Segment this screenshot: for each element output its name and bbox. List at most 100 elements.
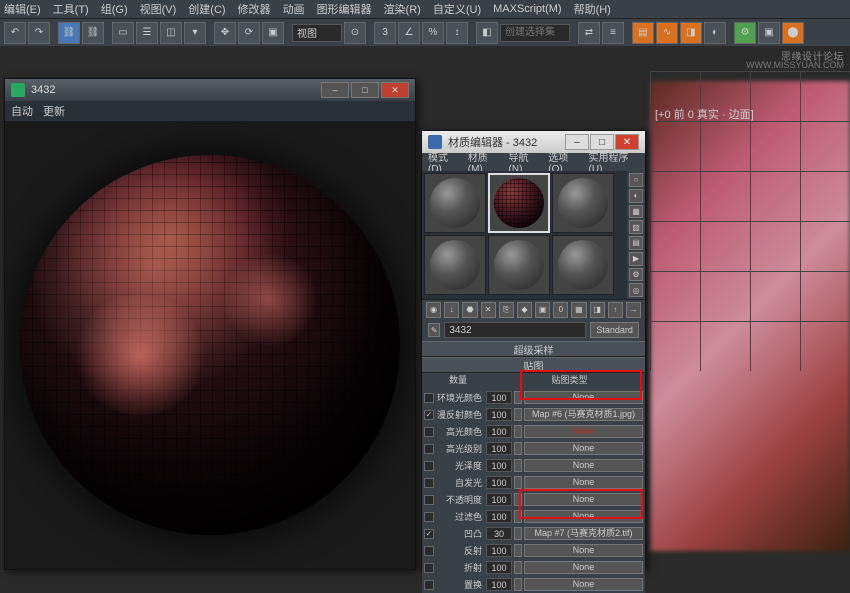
spinner-icon[interactable] xyxy=(514,459,522,472)
put-to-scene-icon[interactable]: ↓ xyxy=(444,302,459,318)
close-button[interactable]: ✕ xyxy=(381,82,409,98)
percent-snap-icon[interactable]: % xyxy=(422,22,444,44)
map-slot-button[interactable]: None xyxy=(524,493,643,506)
menu-item[interactable]: 帮助(H) xyxy=(574,1,611,17)
map-slot-button[interactable]: Map #7 (马赛克材质2.tif) xyxy=(524,527,643,540)
map-amount[interactable]: 100 xyxy=(486,493,512,506)
spinner-icon[interactable] xyxy=(514,561,522,574)
map-checkbox[interactable] xyxy=(424,444,434,454)
mirror-icon[interactable]: ⇄ xyxy=(578,22,600,44)
move-icon[interactable]: ✥ xyxy=(214,22,236,44)
map-slot-button[interactable]: None xyxy=(524,476,643,489)
snap-icon[interactable]: 3 xyxy=(374,22,396,44)
map-amount[interactable]: 100 xyxy=(486,442,512,455)
schematic-icon[interactable]: ◨ xyxy=(680,22,702,44)
background-icon[interactable]: ▦ xyxy=(629,205,643,219)
curve-editor-icon[interactable]: ∿ xyxy=(656,22,678,44)
get-material-icon[interactable]: ◉ xyxy=(426,302,441,318)
map-checkbox[interactable] xyxy=(424,512,434,522)
minimize-button[interactable]: – xyxy=(565,134,589,150)
material-slot[interactable] xyxy=(488,235,550,295)
go-sibling-icon[interactable]: → xyxy=(626,302,641,318)
select-icon[interactable]: ▭ xyxy=(112,22,134,44)
menu-item[interactable]: 图形编辑器 xyxy=(317,1,372,17)
material-slot[interactable] xyxy=(424,235,486,295)
window-titlebar[interactable]: 3432 – □ ✕ xyxy=(5,79,415,101)
show-map-icon[interactable]: ▦ xyxy=(571,302,586,318)
rollout-maps[interactable]: 贴图 xyxy=(422,357,645,373)
menu-item[interactable]: 创建(C) xyxy=(188,1,225,17)
tab-auto[interactable]: 自动 xyxy=(11,103,33,119)
map-slot-button[interactable]: None xyxy=(524,578,643,591)
map-checkbox[interactable] xyxy=(424,427,434,437)
preview-icon[interactable]: ▶ xyxy=(629,252,643,266)
options-icon[interactable]: ⚙ xyxy=(629,268,643,282)
material-editor-icon[interactable]: ◐ xyxy=(704,22,726,44)
spinner-icon[interactable] xyxy=(514,391,522,404)
map-checkbox[interactable] xyxy=(424,393,434,403)
map-amount[interactable]: 100 xyxy=(486,391,512,404)
material-slot[interactable] xyxy=(552,235,614,295)
menu-item[interactable]: 编辑(E) xyxy=(4,1,41,17)
select-region-icon[interactable]: ◫ xyxy=(160,22,182,44)
map-slot-button[interactable]: None xyxy=(524,544,643,557)
named-selection-field[interactable] xyxy=(500,24,570,42)
minimize-button[interactable]: – xyxy=(321,82,349,98)
spinner-icon[interactable] xyxy=(514,527,522,540)
menu-item[interactable]: 视图(V) xyxy=(140,1,177,17)
link-icon[interactable]: ⛓ xyxy=(58,22,80,44)
map-checkbox[interactable] xyxy=(424,546,434,556)
menu-item[interactable]: MAXScript(M) xyxy=(493,3,561,15)
menu-item[interactable]: 修改器 xyxy=(238,1,271,17)
map-amount[interactable]: 100 xyxy=(486,476,512,489)
spinner-icon[interactable] xyxy=(514,442,522,455)
material-slot[interactable] xyxy=(552,173,614,233)
spinner-icon[interactable] xyxy=(514,544,522,557)
material-slot-selected[interactable] xyxy=(488,173,550,233)
map-amount[interactable]: 100 xyxy=(486,561,512,574)
map-amount[interactable]: 100 xyxy=(486,425,512,438)
sample-type-icon[interactable]: ○ xyxy=(629,173,643,187)
align-icon[interactable]: ≡ xyxy=(602,22,624,44)
tab-update[interactable]: 更新 xyxy=(43,103,65,119)
material-name-field[interactable] xyxy=(444,322,586,338)
unlink-icon[interactable]: ⛓ xyxy=(82,22,104,44)
map-slot-button[interactable]: None xyxy=(524,459,643,472)
layer-icon[interactable]: ▤ xyxy=(632,22,654,44)
redo-icon[interactable]: ↷ xyxy=(28,22,50,44)
maximize-button[interactable]: □ xyxy=(590,134,614,150)
go-parent-icon[interactable]: ↑ xyxy=(608,302,623,318)
map-slot-button[interactable]: None xyxy=(524,442,643,455)
menu-item[interactable]: 动画 xyxy=(283,1,305,17)
rollout-supersampling[interactable]: 超级采样 xyxy=(422,341,645,357)
map-slot-button[interactable]: None xyxy=(524,561,643,574)
reset-icon[interactable]: ✕ xyxy=(481,302,496,318)
named-sel-icon[interactable]: ◧ xyxy=(476,22,498,44)
backlight-icon[interactable]: ◐ xyxy=(629,189,643,203)
map-slot-button[interactable]: None xyxy=(524,391,643,404)
render-frame-icon[interactable]: ▣ xyxy=(758,22,780,44)
render-setup-icon[interactable]: ⚙ xyxy=(734,22,756,44)
map-checkbox[interactable]: ✓ xyxy=(424,529,434,539)
rotate-icon[interactable]: ⟳ xyxy=(238,22,260,44)
map-amount[interactable]: 100 xyxy=(486,544,512,557)
spinner-icon[interactable] xyxy=(514,578,522,591)
spinner-icon[interactable] xyxy=(514,408,522,421)
map-slot-button[interactable]: None xyxy=(524,425,643,438)
preview-viewport[interactable] xyxy=(5,121,415,569)
map-amount[interactable]: 30 xyxy=(486,527,512,540)
map-checkbox[interactable] xyxy=(424,563,434,573)
map-checkbox[interactable]: ✓ xyxy=(424,410,434,420)
assign-icon[interactable]: ⬣ xyxy=(462,302,477,318)
video-check-icon[interactable]: ▤ xyxy=(629,236,643,250)
close-button[interactable]: ✕ xyxy=(615,134,639,150)
menu-item[interactable]: 组(G) xyxy=(101,1,128,17)
menu-item[interactable]: 工具(T) xyxy=(53,1,89,17)
spinner-icon[interactable] xyxy=(514,476,522,489)
spinner-icon[interactable] xyxy=(514,493,522,506)
material-slot[interactable] xyxy=(424,173,486,233)
coord-system-field[interactable] xyxy=(292,24,342,42)
map-checkbox[interactable] xyxy=(424,495,434,505)
map-amount[interactable]: 100 xyxy=(486,459,512,472)
map-amount[interactable]: 100 xyxy=(486,578,512,591)
